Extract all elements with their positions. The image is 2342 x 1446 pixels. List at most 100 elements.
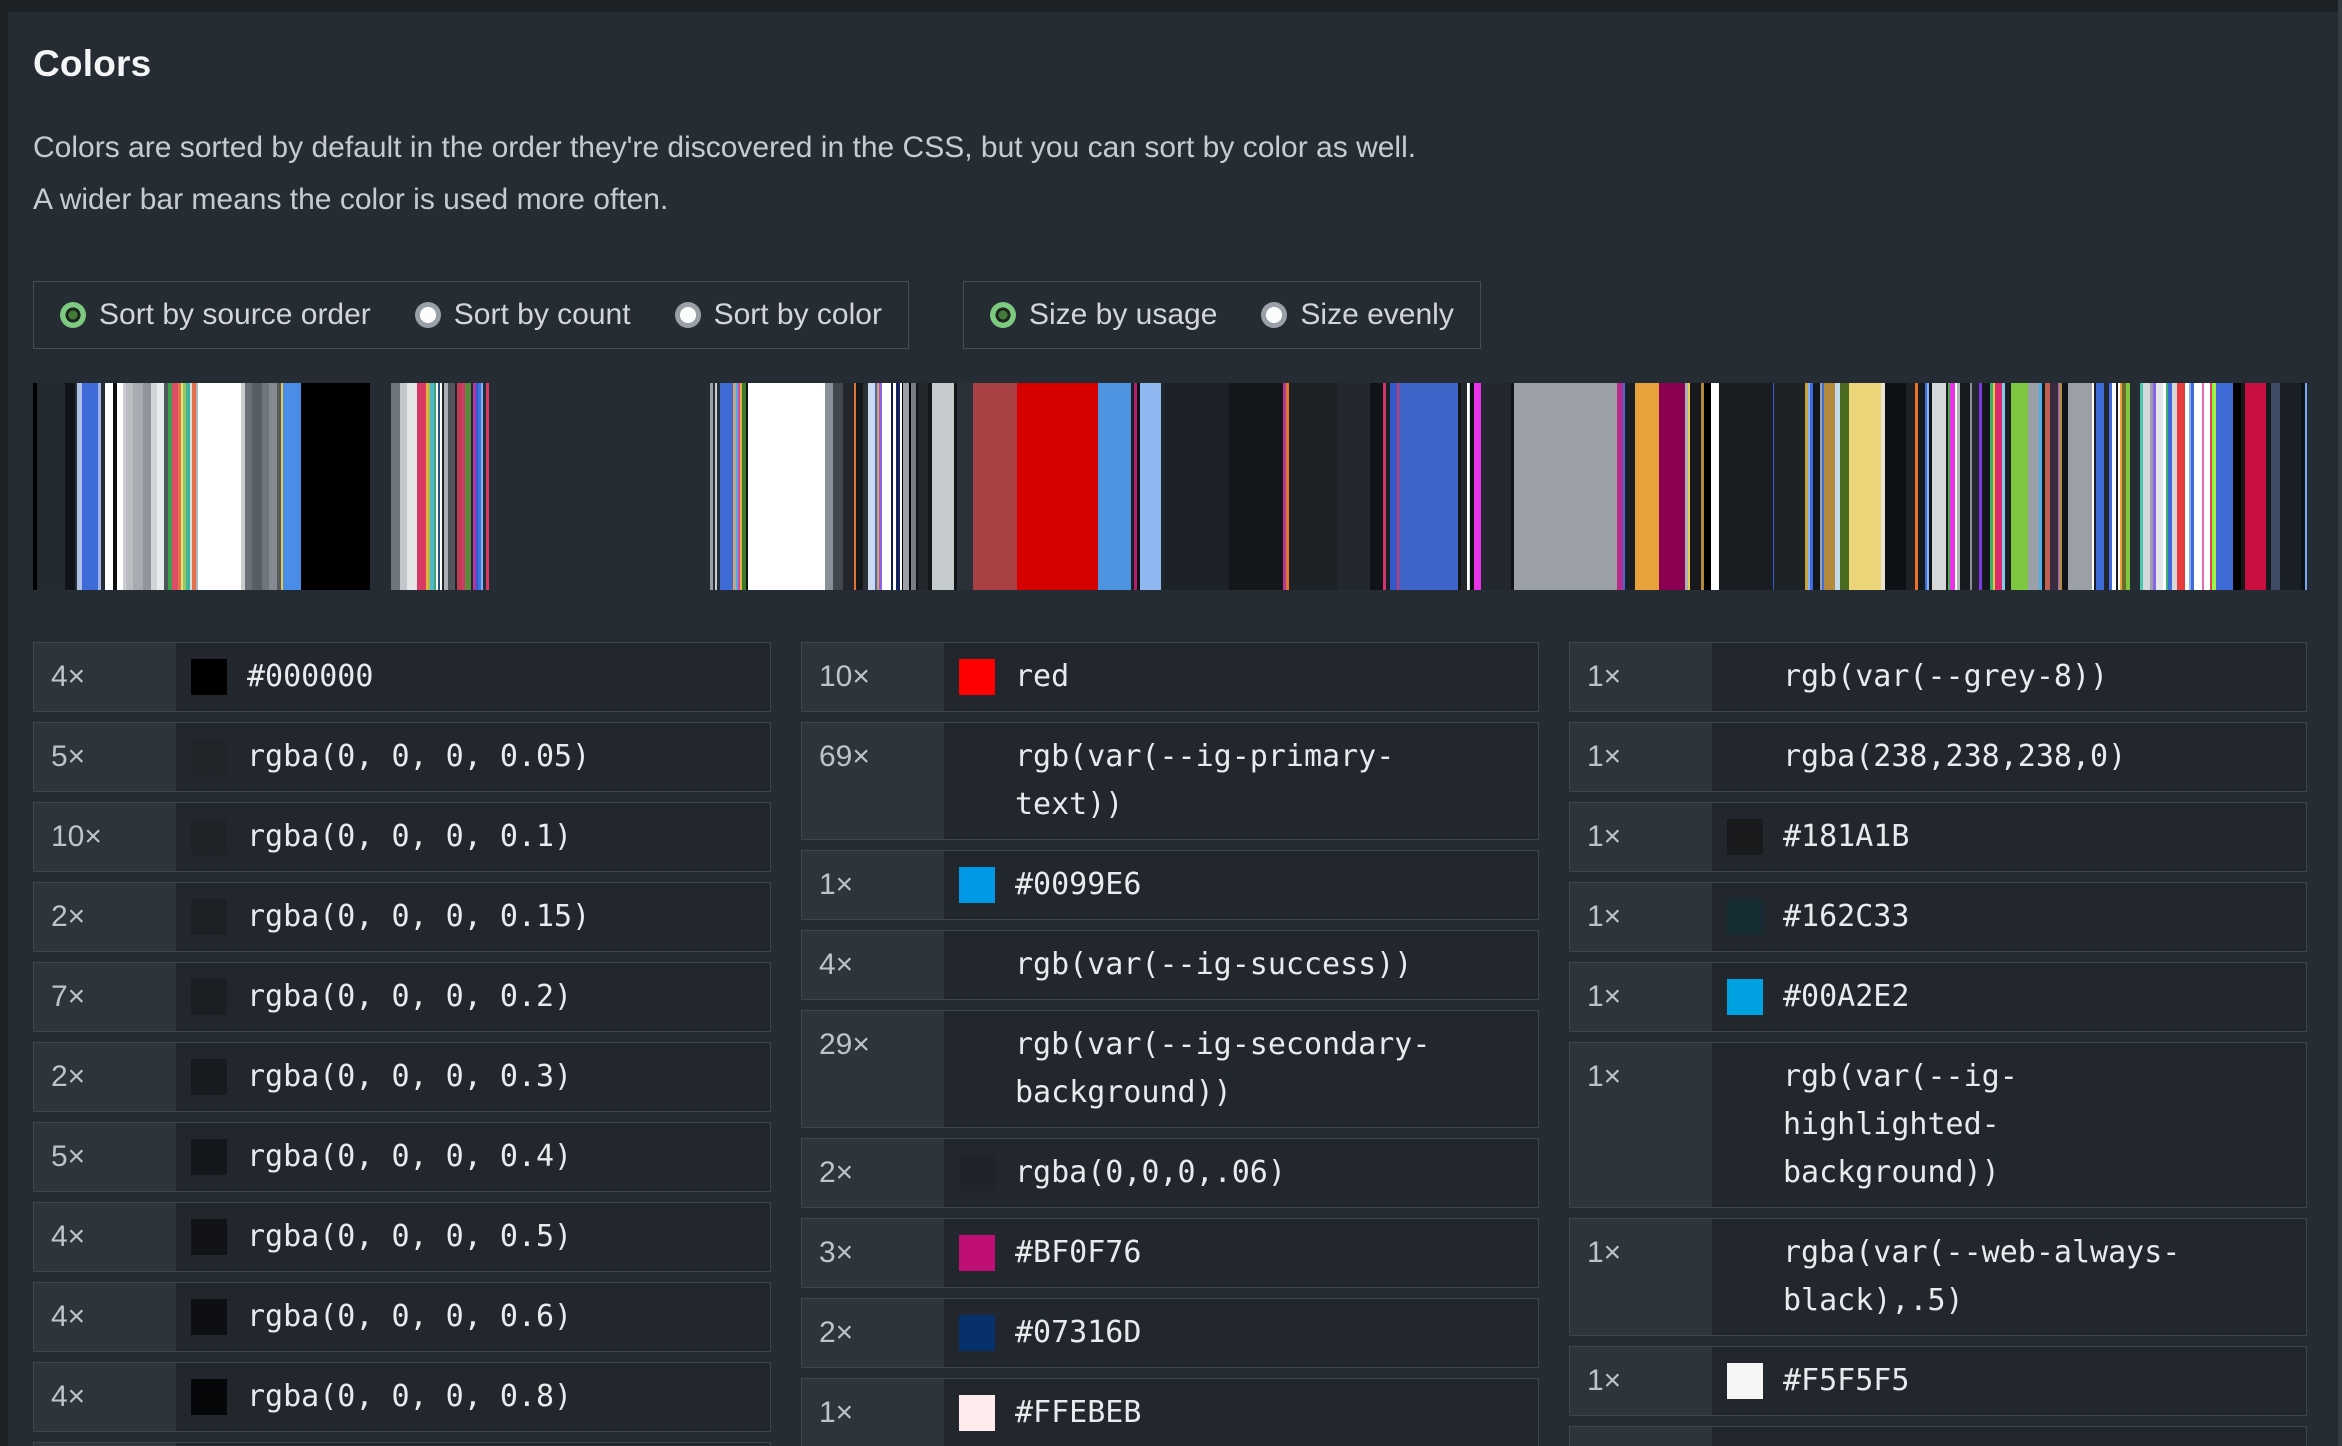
- color-swatch: [1727, 899, 1763, 935]
- color-row: 5×rgba(0, 0, 0, 0.4): [33, 1122, 771, 1192]
- color-value: #FFEBEB: [1015, 1389, 1141, 1437]
- radio-size-by-usage[interactable]: Size by usage: [990, 298, 1217, 332]
- spectrum-bar: [2219, 383, 2233, 590]
- spectrum-bar: [2245, 383, 2266, 590]
- radio-icon[interactable]: [990, 302, 1016, 328]
- color-cell: #181A1B: [1712, 803, 2306, 871]
- spectrum-bar: [2143, 383, 2151, 590]
- color-usage-count: 10×: [34, 803, 176, 871]
- radio-icon[interactable]: [60, 302, 86, 328]
- spectrum-bar: [1960, 383, 1970, 590]
- color-swatch: [1727, 1235, 1763, 1271]
- radio-size-evenly[interactable]: Size evenly: [1261, 298, 1453, 332]
- spectrum-bar: [1711, 383, 1720, 590]
- spectrum-bar: [918, 383, 928, 590]
- spectrum-bar: [1849, 383, 1881, 590]
- radio-icon[interactable]: [415, 302, 441, 328]
- color-row: 2×rgba(0, 0, 0, 0.15): [33, 882, 771, 952]
- spectrum-bar: [143, 383, 151, 590]
- spectrum-bar: [2177, 383, 2185, 590]
- color-swatch: [959, 867, 995, 903]
- palette-column: 1×rgb(var(--grey-8)) 1× rgba(238,238,238,0…: [1569, 642, 2307, 1446]
- color-cell: rgba(0, 0, 0, 0.15): [176, 883, 770, 951]
- color-swatch: [959, 947, 995, 983]
- spectrum-bar: [2096, 383, 2104, 590]
- radio-label: Size evenly: [1300, 298, 1453, 332]
- color-swatch: [1727, 979, 1763, 1015]
- color-value: #F5F5F5: [1783, 1357, 1909, 1405]
- color-cell: [1712, 1427, 2306, 1446]
- color-swatch: [191, 979, 227, 1015]
- spectrum-bar: [973, 383, 1016, 590]
- spectrum-bar: [301, 383, 370, 590]
- spectrum-bar: [833, 383, 843, 590]
- color-row-partial: [33, 1442, 771, 1446]
- color-usage-count: 4×: [34, 1203, 176, 1271]
- radio-label: Sort by source order: [99, 298, 371, 332]
- color-cell: rgba(0, 0, 0, 0.2): [176, 963, 770, 1031]
- spectrum-bar: [720, 383, 733, 590]
- color-usage-count: 2×: [802, 1299, 944, 1367]
- color-swatch: [1727, 739, 1763, 775]
- color-cell: red: [944, 643, 1538, 711]
- radio-label: Size by usage: [1029, 298, 1217, 332]
- radio-sort-by-color[interactable]: Sort by color: [675, 298, 882, 332]
- color-swatch: [191, 659, 227, 695]
- radio-icon[interactable]: [1261, 302, 1287, 328]
- color-value: rgba(0,0,0,.06): [1015, 1149, 1286, 1197]
- color-value: #162C33: [1783, 893, 1909, 941]
- section-description: Colors are sorted by default in the orde…: [33, 122, 2307, 226]
- color-row: 1×#0099E6: [801, 850, 1539, 920]
- palette-column: 10×red69×rgb(var(--ig-primary-text))1×#0…: [801, 642, 1539, 1446]
- color-swatch: [1727, 819, 1763, 855]
- color-row: 5×rgba(0, 0, 0, 0.05): [33, 722, 771, 792]
- spectrum-bar: [1659, 383, 1685, 590]
- spectrum-bar: [1229, 383, 1283, 590]
- spectrum-bar: [1164, 383, 1229, 590]
- color-row: 1×rgb(var(--grey-8)): [1569, 642, 2307, 712]
- sort-radio-group: Sort by source order Sort by count Sort by…: [33, 281, 909, 349]
- color-value: #181A1B: [1783, 813, 1909, 861]
- color-usage-count: 1×: [1570, 1043, 1712, 1207]
- color-row: 4×rgba(0, 0, 0, 0.8): [33, 1362, 771, 1432]
- description-line-2: A wider bar means the color is used more…: [33, 174, 2307, 226]
- color-swatch: [959, 659, 995, 695]
- color-cell: #F5F5F5: [1712, 1347, 2306, 1415]
- spectrum-bar: [1824, 383, 1835, 590]
- color-usage-count: 3×: [802, 1219, 944, 1287]
- spectrum-bar: [407, 383, 418, 590]
- color-usage-count: 1×: [1570, 803, 1712, 871]
- spectrum-bar: [283, 383, 300, 590]
- color-swatch: [1727, 1059, 1763, 1095]
- spectrum-bar: [448, 383, 456, 590]
- spectrum-bar: [856, 383, 864, 590]
- spectrum-bar: [932, 383, 954, 590]
- color-swatch: [1727, 1363, 1763, 1399]
- radio-sort-by-source-order[interactable]: Sort by source order: [60, 298, 371, 332]
- color-value: rgba(238,238,238,0): [1783, 733, 2126, 781]
- spectrum-bar: [1982, 383, 1991, 590]
- color-swatch: [959, 1395, 995, 1431]
- spectrum-bar: [489, 383, 710, 590]
- color-value: rgb(var(--ig-secondary-background)): [1015, 1021, 1441, 1117]
- colors-panel: Colors Colors are sorted by default in t…: [8, 12, 2342, 1446]
- color-usage-count: [1570, 1427, 1712, 1446]
- spectrum-bar: [2233, 383, 2241, 590]
- color-cell: #0099E6: [944, 851, 1538, 919]
- spectrum-bar: [882, 383, 892, 590]
- spectrum-bar: [1337, 383, 1369, 590]
- color-value: rgb(var(--ig-success)): [1015, 941, 1412, 989]
- radio-sort-by-count[interactable]: Sort by count: [415, 298, 631, 332]
- color-usage-count: 5×: [34, 723, 176, 791]
- color-cell: #00A2E2: [1712, 963, 2306, 1031]
- radio-icon[interactable]: [675, 302, 701, 328]
- color-usage-count: 5×: [34, 1123, 176, 1191]
- color-usage-count: 2×: [34, 883, 176, 951]
- color-spectrum: [33, 383, 2307, 590]
- color-cell: #FFEBEB: [944, 1379, 1538, 1446]
- spectrum-bar: [252, 383, 262, 590]
- color-usage-count: 4×: [34, 1363, 176, 1431]
- spectrum-bar: [37, 383, 65, 590]
- color-value: #0099E6: [1015, 861, 1141, 909]
- spectrum-bar: [957, 383, 973, 590]
